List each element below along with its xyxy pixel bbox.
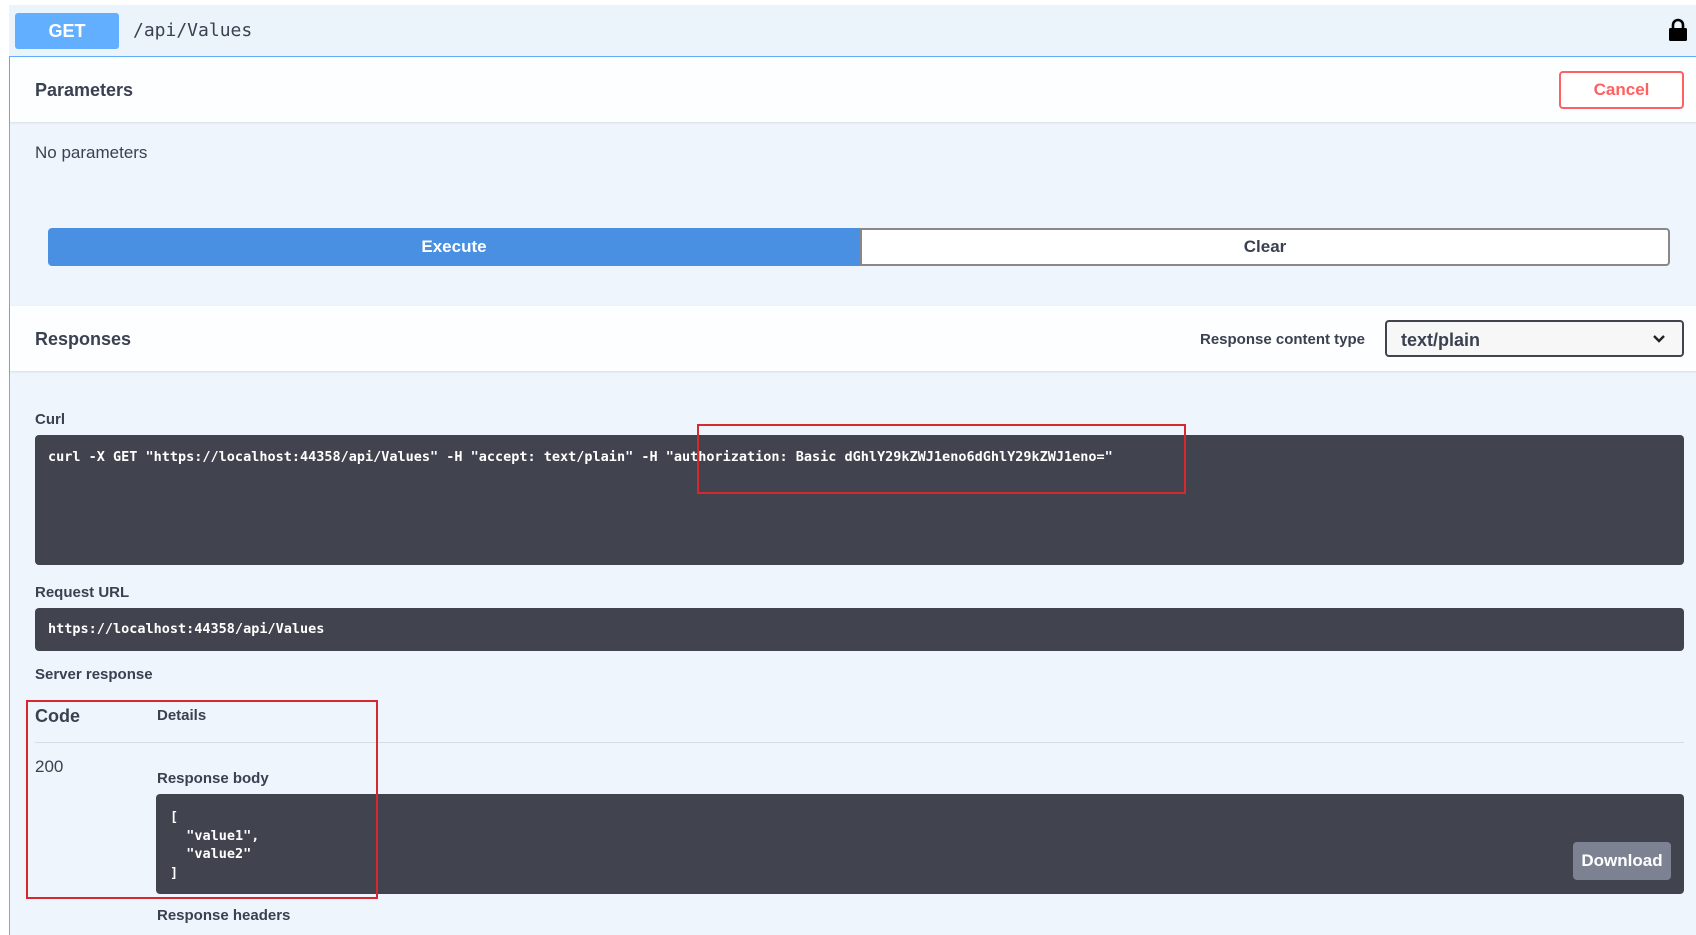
parameters-title: Parameters [35, 80, 134, 100]
content-type-label: Response content type [1200, 331, 1366, 348]
no-parameters-text: No parameters [35, 143, 148, 162]
highlight-response [26, 700, 378, 899]
curl-command-prefix: curl -X GET "https://localhost:44358/api… [48, 449, 666, 465]
execute-button[interactable]: Execute [48, 228, 860, 266]
responses-title: Responses [35, 329, 132, 349]
clear-button[interactable]: Clear [860, 228, 1670, 266]
lock-icon[interactable] [1668, 18, 1688, 42]
download-button[interactable]: Download [1573, 842, 1671, 880]
highlight-auth-header [697, 424, 1186, 494]
response-body: [ "value1", "value2" ] [156, 794, 1684, 894]
chevron-down-icon [1653, 335, 1665, 343]
server-response-label: Server response [35, 666, 153, 683]
cancel-button[interactable]: Cancel [1559, 71, 1684, 109]
curl-label: Curl [35, 411, 65, 428]
operation-header[interactable] [9, 5, 1696, 57]
method-badge: GET [15, 13, 119, 49]
request-url-value: https://localhost:44358/api/Values [35, 608, 1684, 651]
content-type-select[interactable]: text/plain [1385, 320, 1684, 357]
endpoint-path: /api/Values [133, 20, 253, 41]
content-type-value: text/plain [1401, 330, 1481, 350]
parameters-header [10, 57, 1696, 122]
response-headers-label: Response headers [157, 907, 291, 924]
request-url-label: Request URL [35, 584, 130, 601]
